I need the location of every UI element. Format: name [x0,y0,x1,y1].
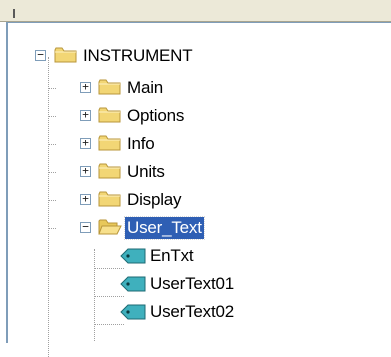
tree-node-label: UserText01 [150,274,234,293]
tree-node-label: User_Text [124,216,205,240]
tree-connector [48,200,56,201]
tree-node-units[interactable]: + Units [8,161,391,183]
tree-node-label: UserText02 [150,302,234,321]
tree-node-user-text[interactable]: − User_Text [8,216,391,240]
tree-leaf-usertext02[interactable]: UserText02 [8,301,391,323]
expand-toggle[interactable]: + [80,109,91,121]
tree-node-display[interactable]: + Display [8,189,391,211]
tree-node-label: Units [127,162,165,181]
tree-node-label: Display [127,190,182,209]
tree-connector [48,116,56,117]
expand-toggle[interactable]: + [80,81,91,93]
tree-node-instrument[interactable]: − INSTRUMENT [8,45,391,67]
tag-icon [120,304,146,320]
tag-icon [120,248,146,264]
tree-connector [48,228,56,229]
tree-connector [94,324,124,325]
splitter-grip[interactable] [13,9,15,18]
collapse-toggle[interactable]: − [35,49,46,61]
tree-node-options[interactable]: + Options [8,105,391,127]
window-top-strip [0,0,391,22]
folder-icon [98,191,121,207]
collapse-toggle[interactable]: − [80,221,91,233]
tree-connector [94,268,124,269]
folder-icon [54,47,77,63]
folder-icon [98,163,121,179]
tree-connector [48,88,56,89]
folder-icon [98,79,121,95]
folder-icon [98,135,121,151]
expand-toggle[interactable]: + [80,137,91,149]
tree-leaf-entxt[interactable]: EnTxt [8,245,391,267]
open-folder-icon [98,219,122,235]
tree-connector [94,296,124,297]
tree-connector [48,144,56,145]
tree-node-label: Main [127,78,164,97]
tag-icon [120,276,146,292]
tree-node-main[interactable]: + Main [8,77,391,99]
expand-toggle[interactable]: + [80,165,91,177]
tree-node-label: Info [127,134,155,153]
tree-node-label: INSTRUMENT [83,46,193,65]
tree-node-label: EnTxt [150,246,194,265]
tree-leaf-usertext01[interactable]: UserText01 [8,273,391,295]
tree-connector [48,172,56,173]
expand-toggle[interactable]: + [80,193,91,205]
tree-node-label: Options [127,106,185,125]
tree-view[interactable]: − INSTRUMENT + Main + Options + Info + U… [6,22,391,357]
tree-node-info[interactable]: + Info [8,133,391,155]
folder-icon [98,107,121,123]
